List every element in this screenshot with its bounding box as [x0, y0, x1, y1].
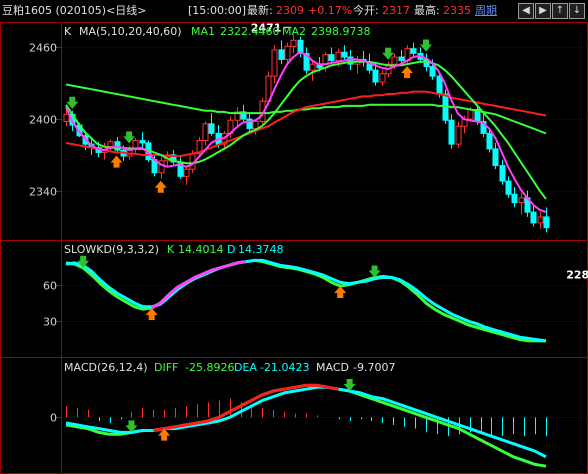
macd-dea-name: DEA	[234, 361, 257, 374]
kd-tick-label: 30	[43, 316, 57, 329]
kd-d-name: D	[227, 243, 235, 256]
candle-body	[398, 56, 405, 62]
legends: K MA(5,10,20,40,60) MA1 2322.4460 MA2 23…	[64, 25, 395, 374]
ma2-line	[65, 60, 547, 200]
candle-body	[328, 54, 335, 62]
candle-body	[63, 113, 70, 122]
candle-body	[436, 75, 443, 95]
ma2-legend-name: MA2	[282, 25, 306, 38]
macd-hist-value: -9.7007	[353, 361, 395, 374]
macd-title: MACD(26,12,4)	[64, 361, 148, 374]
candle-body	[455, 125, 462, 145]
kline-params: MA(5,10,20,40,60)	[79, 25, 182, 38]
candle-body	[107, 141, 114, 148]
macd-diff-line	[65, 383, 547, 468]
candle-body	[290, 39, 297, 47]
macd-diff-value: -25.8926	[185, 361, 234, 374]
macd-tick-label: 0	[50, 412, 57, 425]
ma2-legend-value: 2398.9738	[311, 25, 371, 38]
candle-body	[467, 109, 474, 120]
price-tick-label: 2400	[29, 114, 57, 127]
candle-body	[511, 193, 518, 204]
candle-body	[505, 180, 512, 195]
kd-k-value: 14.4014	[178, 243, 224, 256]
candle-body	[448, 119, 455, 145]
buy-signal-icon	[154, 180, 167, 193]
buy-signal-icon	[401, 66, 414, 79]
y-axes: 2460 2400 2340 60 30 0	[29, 42, 61, 425]
candle-body	[429, 66, 436, 77]
candle-body	[492, 148, 499, 167]
kd-k-name: K	[167, 243, 175, 256]
buy-signal-icon	[334, 286, 347, 299]
candle-body	[372, 69, 379, 83]
candle-body	[309, 63, 316, 71]
candle-body	[410, 48, 417, 54]
kd-tick-label: 60	[43, 280, 57, 293]
candle-body	[391, 56, 398, 65]
kline-title: K	[64, 25, 72, 38]
candle-body	[202, 123, 209, 142]
kd-k-line	[65, 258, 546, 343]
candle-body	[530, 211, 537, 224]
price-tick-label: 2460	[29, 42, 57, 55]
candle-body	[284, 45, 291, 60]
kd-title: SLOWKD(9,3,3,2)	[64, 243, 159, 256]
candle-body	[486, 132, 493, 150]
candle-body	[379, 73, 386, 83]
candle-body	[537, 216, 544, 224]
macd-dea-value: -21.0423	[260, 361, 309, 374]
candle-body	[252, 120, 259, 130]
candle-body	[518, 197, 525, 204]
candle-body	[278, 49, 285, 60]
ma4-line	[65, 83, 547, 135]
candle-body	[271, 49, 278, 77]
candle-body	[183, 168, 190, 177]
candle-body	[335, 51, 342, 62]
kd-d-value: 14.3748	[238, 243, 284, 256]
candle-body	[132, 140, 139, 149]
price-tick-label: 2340	[29, 186, 57, 199]
sell-signal-icon	[420, 39, 432, 52]
price-chart[interactable]: 24602400234060300 24712288 K MA(5,10,20,…	[0, 0, 588, 474]
macd-diff-name: DIFF	[154, 361, 178, 374]
macd-hist-name: MACD	[316, 361, 349, 374]
buy-signal-icon	[110, 155, 123, 168]
candle-body	[297, 39, 304, 54]
candle-body	[341, 51, 348, 58]
ma1-legend-name: MA1	[191, 25, 215, 38]
low-price-label: 2288	[566, 269, 588, 282]
candle-body	[543, 216, 550, 229]
candle-body	[139, 140, 146, 144]
candle-body	[322, 54, 329, 69]
macd-dea-line	[65, 385, 547, 459]
ma1-legend-value: 2322.4460	[220, 25, 280, 38]
candle-body	[208, 123, 215, 134]
candle-body	[499, 165, 506, 182]
